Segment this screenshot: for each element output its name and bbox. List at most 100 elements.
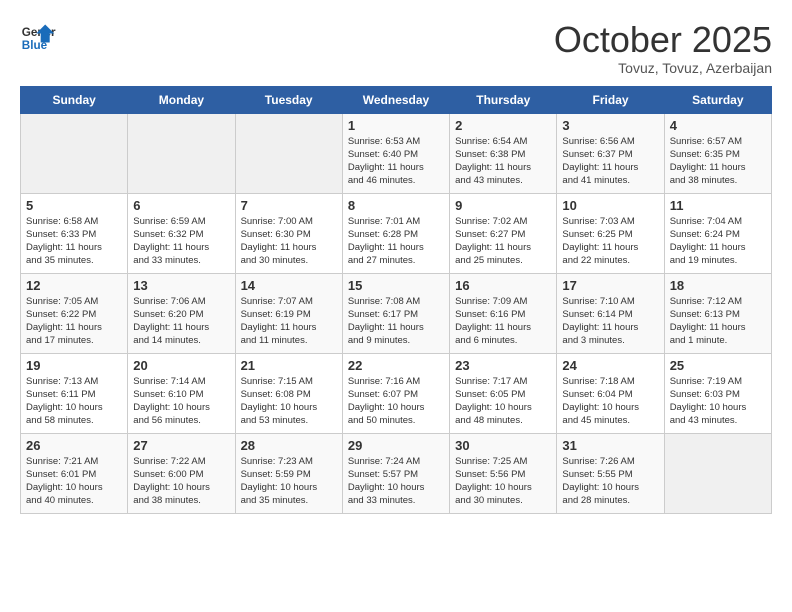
day-info: Sunrise: 6:53 AM Sunset: 6:40 PM Dayligh…: [348, 135, 444, 188]
day-number: 13: [133, 278, 229, 293]
day-cell: 7 Sunrise: 7:00 AM Sunset: 6:30 PM Daylig…: [235, 193, 342, 273]
day-cell: 11 Sunrise: 7:04 AM Sunset: 6:24 PM Dayli…: [664, 193, 771, 273]
week-row-1: 5Sunrise: 6:58 AM Sunset: 6:33 PM Daylig…: [21, 193, 772, 273]
day-info: Sunrise: 7:15 AM Sunset: 6:08 PM Dayligh…: [241, 375, 337, 428]
day-cell: 16Sunrise: 7:09 AM Sunset: 6:16 PM Dayli…: [450, 273, 557, 353]
day-info: Sunrise: 7:10 AM Sunset: 6:14 PM Dayligh…: [562, 295, 658, 348]
calendar-header: SundayMondayTuesdayWednesdayThursdayFrid…: [21, 86, 772, 113]
day-cell: 23 Sunrise: 7:17 AM Sunset: 6:05 PM Dayli…: [450, 353, 557, 433]
day-number: 20: [133, 358, 229, 373]
day-cell: 30 Sunrise: 7:25 AM Sunset: 5:56 PM Dayli…: [450, 433, 557, 513]
day-number: 6: [133, 198, 229, 213]
day-cell: 3Sunrise: 6:56 AM Sunset: 6:37 PM Daylig…: [557, 113, 664, 193]
day-cell: 26 Sunrise: 7:21 AM Sunset: 6:01 PM Dayli…: [21, 433, 128, 513]
day-cell: 2 Sunrise: 6:54 AM Sunset: 6:38 PM Daylig…: [450, 113, 557, 193]
day-info: Sunrise: 7:24 AM Sunset: 5:57 PM Dayligh…: [348, 455, 444, 508]
day-number: 25: [670, 358, 766, 373]
day-number: 15: [348, 278, 444, 293]
day-info: Sunrise: 6:57 AM Sunset: 6:35 PM Dayligh…: [670, 135, 766, 188]
day-number: 10: [562, 198, 658, 213]
day-info: Sunrise: 6:54 AM Sunset: 6:38 PM Dayligh…: [455, 135, 551, 188]
day-cell: 31 Sunrise: 7:26 AM Sunset: 5:55 PM Dayli…: [557, 433, 664, 513]
day-number: 27: [133, 438, 229, 453]
day-number: 23: [455, 358, 551, 373]
day-info: Sunrise: 7:17 AM Sunset: 6:05 PM Dayligh…: [455, 375, 551, 428]
day-number: 11: [670, 198, 766, 213]
day-cell: 22Sunrise: 7:16 AM Sunset: 6:07 PM Dayli…: [342, 353, 449, 433]
day-number: 31: [562, 438, 658, 453]
day-number: 28: [241, 438, 337, 453]
day-info: Sunrise: 7:22 AM Sunset: 6:00 PM Dayligh…: [133, 455, 229, 508]
day-number: 9: [455, 198, 551, 213]
header-cell-monday: Monday: [128, 86, 235, 113]
day-info: Sunrise: 7:03 AM Sunset: 6:25 PM Dayligh…: [562, 215, 658, 268]
day-cell: [21, 113, 128, 193]
day-cell: [235, 113, 342, 193]
day-number: 16: [455, 278, 551, 293]
day-cell: [128, 113, 235, 193]
day-info: Sunrise: 7:04 AM Sunset: 6:24 PM Dayligh…: [670, 215, 766, 268]
day-number: 26: [26, 438, 122, 453]
day-info: Sunrise: 7:06 AM Sunset: 6:20 PM Dayligh…: [133, 295, 229, 348]
logo-icon: General Blue: [20, 20, 56, 56]
day-info: Sunrise: 7:08 AM Sunset: 6:17 PM Dayligh…: [348, 295, 444, 348]
day-info: Sunrise: 6:58 AM Sunset: 6:33 PM Dayligh…: [26, 215, 122, 268]
day-number: 22: [348, 358, 444, 373]
header-cell-saturday: Saturday: [664, 86, 771, 113]
location-subtitle: Tovuz, Tovuz, Azerbaijan: [554, 60, 772, 76]
day-cell: 8Sunrise: 7:01 AM Sunset: 6:28 PM Daylig…: [342, 193, 449, 273]
calendar-body: 1 Sunrise: 6:53 AM Sunset: 6:40 PM Daylig…: [21, 113, 772, 513]
day-info: Sunrise: 7:00 AM Sunset: 6:30 PM Dayligh…: [241, 215, 337, 268]
day-info: Sunrise: 7:21 AM Sunset: 6:01 PM Dayligh…: [26, 455, 122, 508]
day-number: 21: [241, 358, 337, 373]
day-info: Sunrise: 7:01 AM Sunset: 6:28 PM Dayligh…: [348, 215, 444, 268]
day-number: 14: [241, 278, 337, 293]
day-number: 18: [670, 278, 766, 293]
month-title: October 2025: [554, 20, 772, 60]
day-cell: 20 Sunrise: 7:14 AM Sunset: 6:10 PM Dayli…: [128, 353, 235, 433]
day-number: 17: [562, 278, 658, 293]
day-number: 30: [455, 438, 551, 453]
day-info: Sunrise: 6:56 AM Sunset: 6:37 PM Dayligh…: [562, 135, 658, 188]
day-cell: 5Sunrise: 6:58 AM Sunset: 6:33 PM Daylig…: [21, 193, 128, 273]
day-info: Sunrise: 7:05 AM Sunset: 6:22 PM Dayligh…: [26, 295, 122, 348]
day-number: 7: [241, 198, 337, 213]
day-cell: 14 Sunrise: 7:07 AM Sunset: 6:19 PM Dayli…: [235, 273, 342, 353]
day-cell: [664, 433, 771, 513]
header-cell-thursday: Thursday: [450, 86, 557, 113]
day-info: Sunrise: 7:14 AM Sunset: 6:10 PM Dayligh…: [133, 375, 229, 428]
day-number: 2: [455, 118, 551, 133]
day-info: Sunrise: 7:25 AM Sunset: 5:56 PM Dayligh…: [455, 455, 551, 508]
page-header: General Blue October 2025 Tovuz, Tovuz, …: [20, 20, 772, 76]
day-info: Sunrise: 6:59 AM Sunset: 6:32 PM Dayligh…: [133, 215, 229, 268]
day-cell: 4Sunrise: 6:57 AM Sunset: 6:35 PM Daylig…: [664, 113, 771, 193]
day-cell: 12 Sunrise: 7:05 AM Sunset: 6:22 PM Dayli…: [21, 273, 128, 353]
header-cell-sunday: Sunday: [21, 86, 128, 113]
day-cell: 19Sunrise: 7:13 AM Sunset: 6:11 PM Dayli…: [21, 353, 128, 433]
logo: General Blue: [20, 20, 56, 56]
day-number: 12: [26, 278, 122, 293]
day-info: Sunrise: 7:12 AM Sunset: 6:13 PM Dayligh…: [670, 295, 766, 348]
title-block: October 2025 Tovuz, Tovuz, Azerbaijan: [554, 20, 772, 76]
day-cell: 6 Sunrise: 6:59 AM Sunset: 6:32 PM Daylig…: [128, 193, 235, 273]
day-info: Sunrise: 7:26 AM Sunset: 5:55 PM Dayligh…: [562, 455, 658, 508]
day-info: Sunrise: 7:02 AM Sunset: 6:27 PM Dayligh…: [455, 215, 551, 268]
day-cell: 21 Sunrise: 7:15 AM Sunset: 6:08 PM Dayli…: [235, 353, 342, 433]
header-row: SundayMondayTuesdayWednesdayThursdayFrid…: [21, 86, 772, 113]
header-cell-tuesday: Tuesday: [235, 86, 342, 113]
day-cell: 24Sunrise: 7:18 AM Sunset: 6:04 PM Dayli…: [557, 353, 664, 433]
day-info: Sunrise: 7:13 AM Sunset: 6:11 PM Dayligh…: [26, 375, 122, 428]
header-cell-friday: Friday: [557, 86, 664, 113]
day-number: 24: [562, 358, 658, 373]
day-number: 29: [348, 438, 444, 453]
week-row-4: 26 Sunrise: 7:21 AM Sunset: 6:01 PM Dayli…: [21, 433, 772, 513]
week-row-2: 12 Sunrise: 7:05 AM Sunset: 6:22 PM Dayli…: [21, 273, 772, 353]
day-info: Sunrise: 7:07 AM Sunset: 6:19 PM Dayligh…: [241, 295, 337, 348]
calendar-table: SundayMondayTuesdayWednesdayThursdayFrid…: [20, 86, 772, 514]
day-cell: 9 Sunrise: 7:02 AM Sunset: 6:27 PM Daylig…: [450, 193, 557, 273]
day-cell: 28 Sunrise: 7:23 AM Sunset: 5:59 PM Dayli…: [235, 433, 342, 513]
day-number: 1: [348, 118, 444, 133]
day-info: Sunrise: 7:23 AM Sunset: 5:59 PM Dayligh…: [241, 455, 337, 508]
day-cell: 17 Sunrise: 7:10 AM Sunset: 6:14 PM Dayli…: [557, 273, 664, 353]
day-cell: 10 Sunrise: 7:03 AM Sunset: 6:25 PM Dayli…: [557, 193, 664, 273]
